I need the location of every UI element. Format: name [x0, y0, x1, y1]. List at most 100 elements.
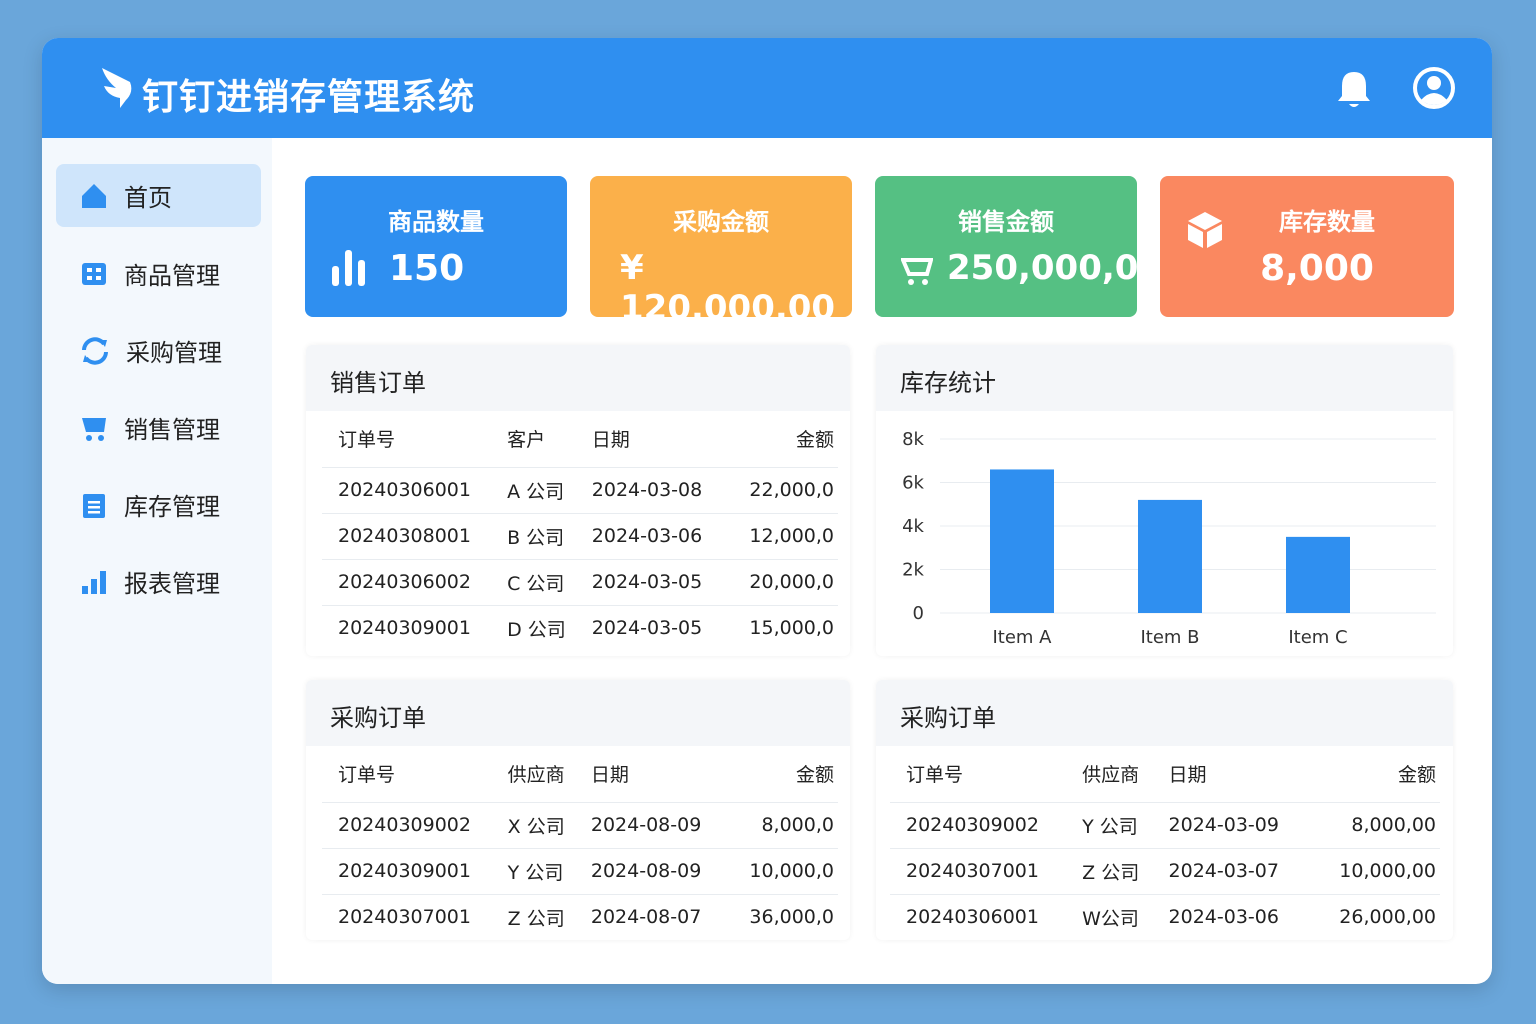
table-row[interactable]: 20240309002 X 公司 2024-08-09 8,000,0	[322, 801, 838, 848]
inventory-stats-panel: 库存统计 0 2k 4k 6k 8k Item A Item B Item C	[876, 345, 1453, 656]
bell-icon[interactable]	[1334, 68, 1374, 110]
stat-card-products[interactable]: 商品数量 150	[305, 176, 567, 317]
table-cell: 20240306001	[890, 893, 1067, 940]
table-header-row: 订单号 客户 日期 金额	[322, 411, 838, 467]
table-row[interactable]: 20240308001 B 公司 2024-03-06 12,000,0	[322, 512, 838, 559]
table-cell: 10,000,0	[718, 847, 838, 894]
x-tick-label: Item A	[992, 627, 1052, 648]
box-icon	[1188, 212, 1222, 248]
card-label: 采购金额	[673, 208, 769, 236]
column-header: 金额	[795, 429, 834, 452]
sidebar-item-label: 库存管理	[124, 493, 220, 521]
cart-icon	[82, 417, 106, 441]
table-cell: 20240308001	[322, 512, 492, 559]
table-cell: 2024-08-09	[574, 847, 719, 894]
column-header: 供应商	[1082, 764, 1140, 787]
column-header: 供应商	[507, 764, 565, 787]
table-row[interactable]: 20240306001 W公司 2024-03-06 26,000,00	[890, 893, 1440, 940]
card-value: 250,000,00	[947, 248, 1163, 288]
bar[interactable]	[990, 469, 1054, 613]
table-cell: 12,000,0	[719, 512, 838, 559]
app-title: 钉钉进销存管理系统	[142, 77, 476, 118]
table-row[interactable]: 20240309001 Y 公司 2024-08-09 10,000,0	[322, 847, 838, 894]
table-row[interactable]: 20240307001 Z 公司 2024-08-07 36,000,0	[322, 893, 838, 940]
y-tick-label: 8k	[902, 429, 924, 450]
purchase-orders-panel-1: 采购订单 订单号 供应商 日期 金额 20240309002 X 公司 2024-08-09…	[306, 680, 850, 940]
purchase-orders-panel-2: 采购订单 订单号 供应商 日期 金额 20240309002 Y 公司 2024-03-09…	[876, 680, 1453, 940]
table-row[interactable]: 20240309002 Y 公司 2024-03-09 8,000,00	[890, 801, 1440, 848]
card-value: 150	[389, 248, 465, 289]
table-row[interactable]: 20240307001 Z 公司 2024-03-07 10,000,00	[890, 847, 1440, 894]
purchase-orders-table: 订单号 供应商 日期 金额 20240309002 Y 公司 2024-03-09 8,000…	[890, 746, 1440, 940]
table-cell: Y 公司	[491, 847, 575, 894]
table-cell: D 公司	[491, 604, 576, 651]
table-cell: 2024-08-07	[574, 893, 719, 940]
sidebar-item-label: 首页	[124, 184, 172, 212]
sidebar-item-home[interactable]: 首页	[56, 164, 261, 227]
table-cell: 15,000,0	[719, 604, 838, 651]
dingtalk-logo-icon	[102, 68, 132, 108]
table-cell: 20240307001	[890, 847, 1067, 894]
panel-title: 库存统计	[876, 345, 1453, 411]
bar[interactable]	[1138, 499, 1202, 613]
table-cell: X 公司	[491, 801, 575, 848]
table-cell: 2024-03-06	[1152, 893, 1302, 940]
table-cell: Y 公司	[1066, 801, 1153, 848]
inventory-bar-chart: 0 2k 4k 6k 8k Item A Item B Item C	[902, 429, 1436, 648]
column-header: 日期	[591, 429, 630, 452]
sidebar-item-label: 采购管理	[126, 339, 222, 367]
table-cell: 2024-03-05	[575, 558, 720, 605]
sidebar-item-label: 商品管理	[124, 262, 220, 290]
column-header: 订单号	[906, 764, 964, 787]
user-avatar-icon[interactable]	[1412, 66, 1456, 110]
table-cell: 10,000,00	[1301, 847, 1440, 894]
stat-card-sales-amount[interactable]: 销售金额 250,000,00	[875, 176, 1162, 317]
table-cell: B 公司	[491, 512, 576, 559]
x-tick-label: Item C	[1288, 627, 1347, 648]
sidebar-item-purchase[interactable]: 采购管理	[56, 319, 261, 382]
column-header: 金额	[1397, 764, 1436, 787]
table-cell: 2024-08-09	[574, 801, 719, 848]
table-cell: A 公司	[491, 466, 576, 513]
column-header: 日期	[1168, 764, 1207, 787]
table-cell: W公司	[1066, 893, 1153, 940]
table-cell: 2024-03-07	[1152, 847, 1302, 894]
column-header: 客户	[507, 429, 546, 452]
sidebar-item-reports[interactable]: 报表管理	[56, 550, 261, 613]
stat-card-inventory[interactable]: 库存数量 8,000	[1160, 176, 1454, 317]
panel-title: 采购订单	[876, 680, 1453, 746]
sidebar-item-sales[interactable]: 销售管理	[56, 396, 261, 459]
column-header: 订单号	[338, 764, 396, 787]
home-icon	[82, 183, 106, 208]
column-header: 日期	[590, 764, 629, 787]
x-tick-label: Item B	[1140, 627, 1199, 648]
card-value: ¥ 120,000,00	[620, 248, 836, 328]
column-header: 订单号	[338, 429, 396, 452]
sidebar-item-label: 销售管理	[124, 416, 220, 444]
y-tick-label: 6k	[902, 473, 924, 494]
table-cell: 20240306001	[322, 466, 492, 513]
table-cell: 20240307001	[322, 893, 492, 940]
table-row[interactable]: 20240306002 C 公司 2024-03-05 20,000,0	[322, 558, 838, 605]
sidebar-item-products[interactable]: 商品管理	[56, 242, 261, 305]
table-header-row: 订单号 供应商 日期 金额	[322, 746, 838, 802]
purchase-orders-table: 订单号 供应商 日期 金额 20240309002 X 公司 2024-08-09 8,000…	[322, 746, 838, 940]
table-cell: 20240309002	[322, 801, 492, 848]
table-cell: C 公司	[491, 558, 576, 605]
table-cell: 2024-03-06	[575, 512, 720, 559]
sales-orders-table: 订单号 客户 日期 金额 20240306001 A 公司 2024-03-08 22,000…	[322, 411, 838, 651]
table-row[interactable]: 20240306001 A 公司 2024-03-08 22,000,0	[322, 466, 838, 513]
card-label: 商品数量	[388, 208, 484, 236]
stat-card-purchase-amount[interactable]: 采购金额 ¥ 120,000,00	[590, 176, 852, 328]
sidebar-item-label: 报表管理	[124, 570, 220, 598]
bar-chart-icon	[82, 570, 106, 594]
table-cell: 8,000,00	[1301, 801, 1440, 848]
y-tick-label: 4k	[902, 516, 924, 537]
sidebar-item-inventory[interactable]: 库存管理	[56, 473, 261, 536]
column-header: 金额	[795, 764, 834, 787]
table-cell: 2024-03-05	[575, 604, 720, 651]
bar[interactable]	[1286, 536, 1350, 613]
table-row[interactable]: 20240309001 D 公司 2024-03-05 15,000,0	[322, 604, 838, 651]
table-header-row: 订单号 供应商 日期 金额	[890, 746, 1440, 802]
bar-chart-icon	[332, 250, 365, 286]
